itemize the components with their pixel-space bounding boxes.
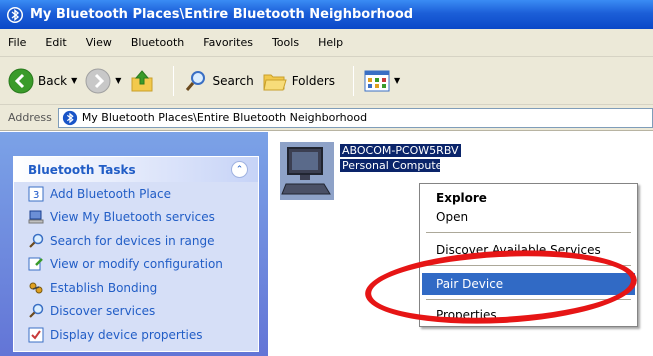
- menu-view[interactable]: View: [86, 36, 112, 49]
- task-label: Search for devices in range: [50, 233, 215, 248]
- menu-item-pair-device[interactable]: Pair Device: [422, 273, 635, 295]
- address-bar: Address My Bluetooth Places\Entire Bluet…: [0, 105, 653, 131]
- bluetooth-tasks-panel: Bluetooth Tasks ⌃ 3 Add Bluetooth Place …: [13, 156, 259, 352]
- task-label: View My Bluetooth services: [50, 210, 215, 225]
- context-menu: Explore Open Discover Available Services…: [419, 183, 638, 327]
- task-view-configuration[interactable]: View or modify configuration: [14, 253, 258, 277]
- magnifier-icon: [186, 70, 206, 91]
- task-discover-services[interactable]: Discover services: [14, 300, 258, 324]
- menu-edit[interactable]: Edit: [45, 36, 66, 49]
- views-icon: [364, 70, 390, 91]
- collapse-chevron-icon[interactable]: ⌃: [231, 161, 248, 178]
- task-label: Display device properties: [50, 327, 203, 342]
- properties-icon: [27, 326, 45, 344]
- search-icon: [27, 302, 45, 320]
- search-label: Search: [212, 73, 254, 88]
- menu-item-properties[interactable]: Properties: [422, 304, 635, 326]
- bonding-icon: [27, 279, 45, 297]
- menu-help[interactable]: Help: [318, 36, 343, 49]
- toolbar: Back ▼ ▼ Search Folders ▼: [0, 57, 653, 105]
- menu-bar: File Edit View Bluetooth Favorites Tools…: [0, 29, 653, 57]
- forward-button[interactable]: ▼: [85, 66, 121, 96]
- bluetooth-icon: [62, 110, 77, 125]
- menu-item-open[interactable]: Open: [422, 206, 635, 228]
- menu-item-discover-services[interactable]: Discover Available Services: [422, 239, 635, 261]
- back-button[interactable]: Back ▼: [8, 66, 77, 96]
- task-add-bluetooth-place[interactable]: 3 Add Bluetooth Place: [14, 182, 258, 206]
- views-dropdown-icon[interactable]: ▼: [394, 76, 400, 85]
- folders-label: Folders: [291, 73, 336, 88]
- task-label: Discover services: [50, 304, 156, 319]
- address-label: Address: [8, 111, 52, 124]
- tasks-header[interactable]: Bluetooth Tasks ⌃: [14, 157, 258, 182]
- up-button[interactable]: [129, 66, 155, 96]
- task-label: Add Bluetooth Place: [50, 186, 172, 201]
- menu-tools[interactable]: Tools: [272, 36, 299, 49]
- task-label: Establish Bonding: [50, 280, 158, 295]
- window-title: My Bluetooth Places\Entire Bluetooth Nei…: [30, 7, 414, 22]
- task-establish-bonding[interactable]: Establish Bonding: [14, 276, 258, 300]
- back-dropdown-icon[interactable]: ▼: [71, 76, 77, 85]
- menu-file[interactable]: File: [8, 36, 26, 49]
- config-icon: [27, 255, 45, 273]
- svg-text:3: 3: [33, 190, 39, 201]
- task-search-devices[interactable]: Search for devices in range: [14, 229, 258, 253]
- toolbar-separator: [173, 65, 175, 96]
- search-icon: [27, 232, 45, 250]
- device-name: ABOCOM-PCOW5RBV: [340, 144, 461, 157]
- search-button[interactable]: Search: [184, 66, 254, 96]
- add-place-icon: 3: [27, 185, 45, 203]
- forward-dropdown-icon[interactable]: ▼: [115, 76, 121, 85]
- services-icon: [27, 208, 45, 226]
- task-pane: Bluetooth Tasks ⌃ 3 Add Bluetooth Place …: [0, 132, 268, 356]
- tasks-title: Bluetooth Tasks: [28, 162, 136, 177]
- menu-bluetooth[interactable]: Bluetooth: [131, 36, 184, 49]
- menu-separator: [426, 299, 631, 300]
- device-type: Personal Computer: [340, 159, 447, 172]
- task-display-properties[interactable]: Display device properties: [14, 323, 258, 347]
- views-button[interactable]: ▼: [364, 66, 400, 96]
- menu-separator: [426, 232, 631, 233]
- folders-button[interactable]: Folders: [262, 66, 335, 96]
- address-field[interactable]: My Bluetooth Places\Entire Bluetooth Nei…: [57, 107, 653, 128]
- toolbar-separator: [353, 65, 355, 96]
- bluetooth-icon: [6, 6, 24, 24]
- forward-arrow-icon: [85, 68, 111, 93]
- task-view-services[interactable]: View My Bluetooth services: [14, 206, 258, 230]
- back-label: Back: [38, 73, 68, 88]
- menu-separator: [426, 265, 631, 266]
- back-arrow-icon: [8, 68, 34, 93]
- title-bar: My Bluetooth Places\Entire Bluetooth Nei…: [0, 0, 653, 29]
- folders-icon: [263, 74, 287, 90]
- task-label: View or modify configuration: [50, 257, 223, 272]
- address-value: My Bluetooth Places\Entire Bluetooth Nei…: [81, 111, 368, 124]
- menu-favorites[interactable]: Favorites: [203, 36, 253, 49]
- folder-up-icon: [131, 69, 153, 91]
- computer-icon: [280, 142, 334, 200]
